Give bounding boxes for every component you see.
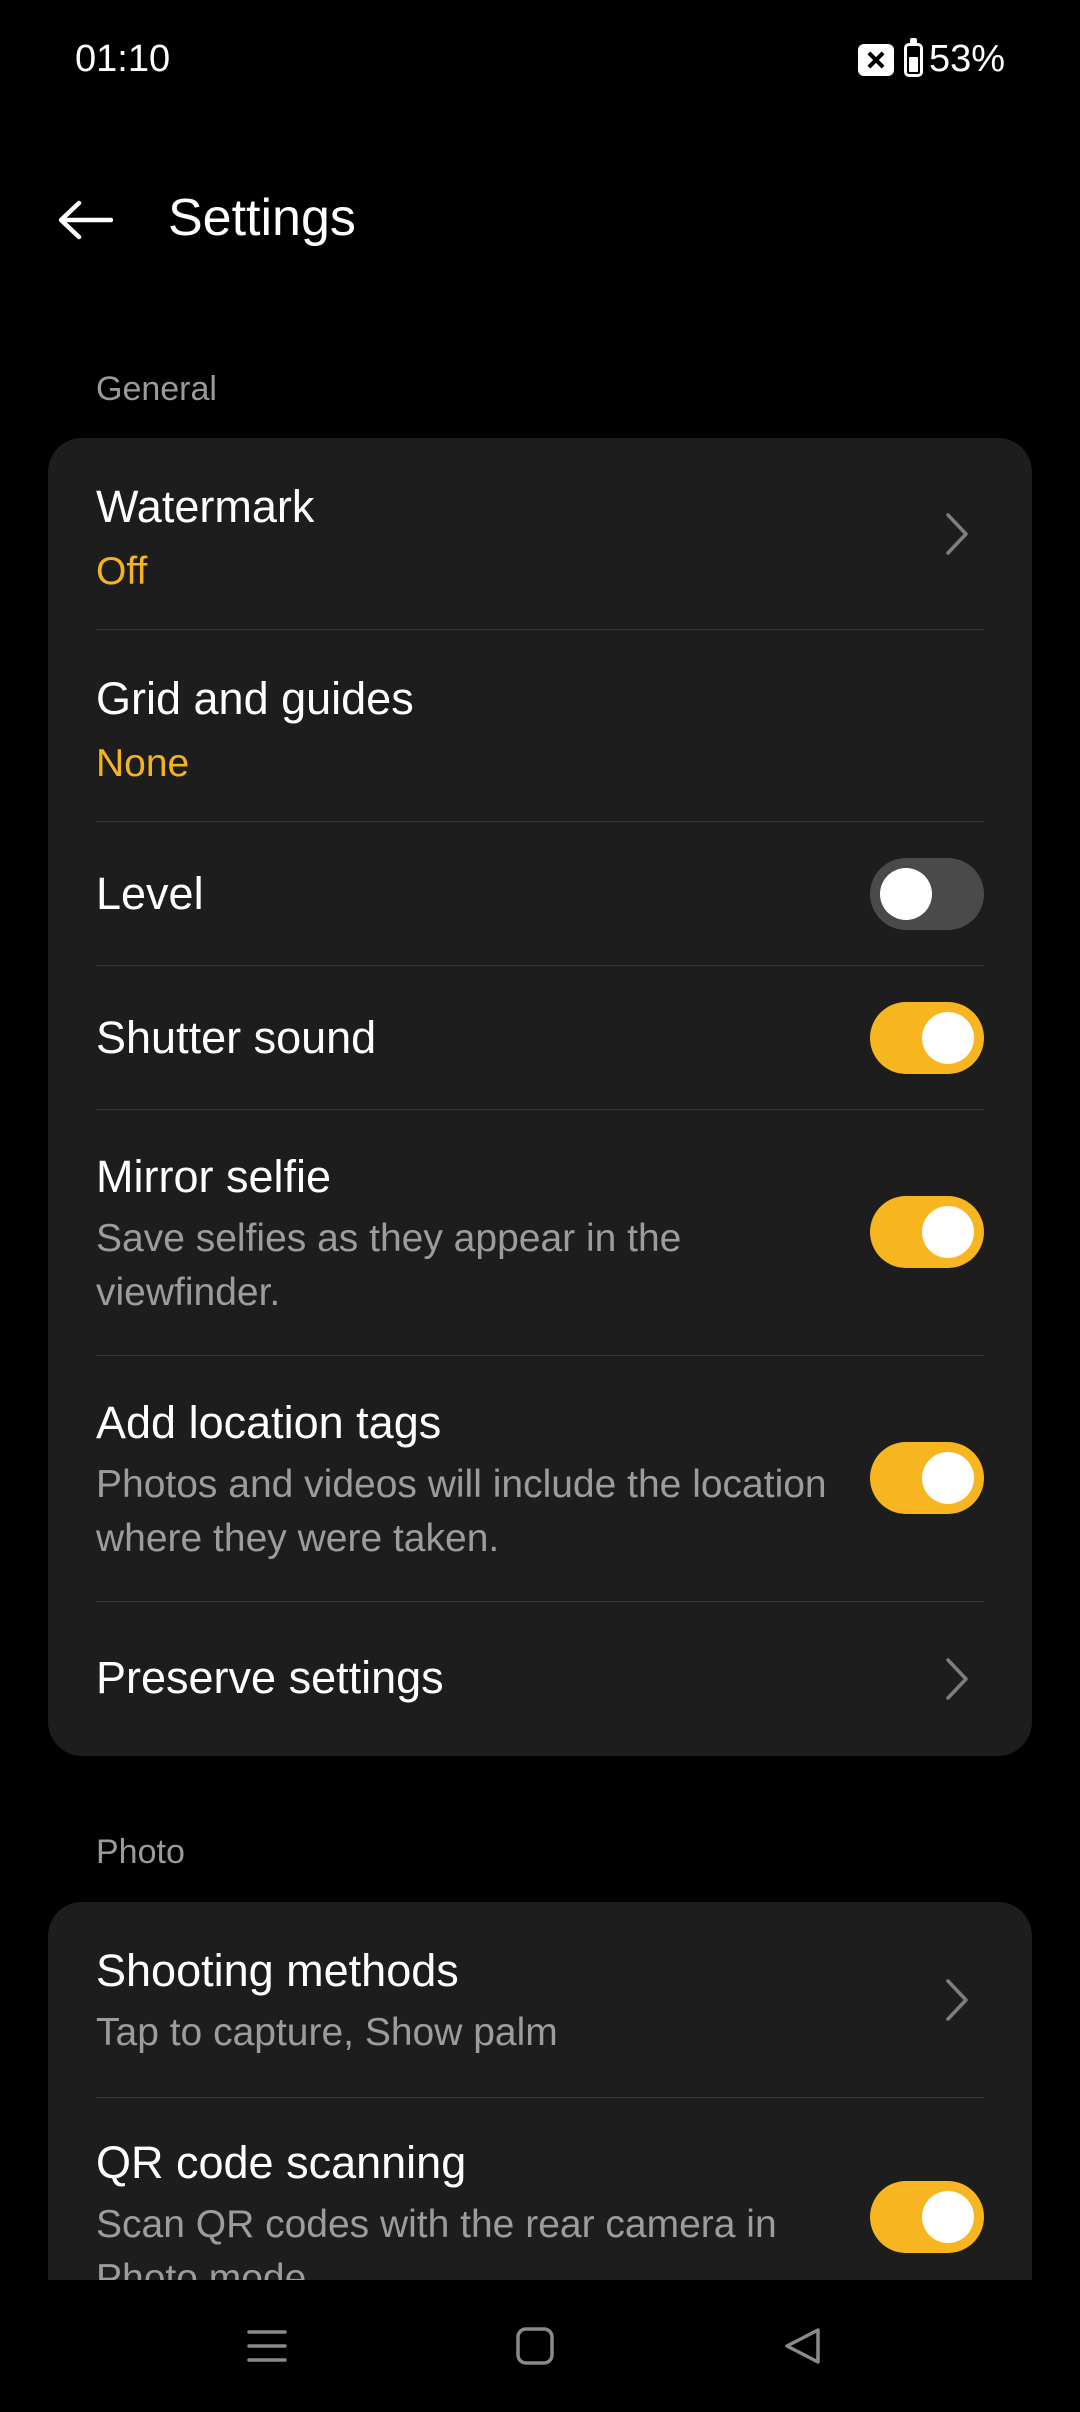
qr-code-scanning-toggle[interactable] bbox=[870, 2181, 984, 2253]
setting-preserve-text: Preserve settings bbox=[96, 1649, 854, 1707]
photo-settings-card: Shooting methods Tap to capture, Show pa… bbox=[48, 1902, 1032, 2280]
setting-title: Shutter sound bbox=[96, 1012, 377, 1063]
setting-preserve-settings[interactable]: Preserve settings bbox=[96, 1602, 984, 1756]
no-sim-icon bbox=[857, 43, 894, 76]
shutter-sound-toggle[interactable] bbox=[870, 1002, 984, 1074]
setting-qr-code-scanning[interactable]: QR code scanning Scan QR codes with the … bbox=[96, 2098, 984, 2280]
toggle-knob bbox=[922, 1452, 974, 1504]
setting-title: Grid and guides bbox=[96, 673, 414, 724]
status-indicators: 53% bbox=[857, 37, 1005, 81]
setting-grid-and-guides[interactable]: Grid and guides None bbox=[96, 630, 984, 822]
setting-shooting-text: Shooting methods Tap to capture, Show pa… bbox=[96, 1942, 854, 2060]
system-navigation-bar bbox=[0, 2280, 1080, 2412]
setting-title: Level bbox=[96, 868, 204, 919]
setting-grid-text: Grid and guides None bbox=[96, 670, 854, 790]
back-nav-button[interactable] bbox=[762, 2310, 842, 2382]
section-label-general: General bbox=[96, 370, 217, 408]
menu-icon bbox=[247, 2330, 287, 2362]
square-home-icon bbox=[516, 2327, 554, 2365]
page-title: Settings bbox=[168, 189, 356, 247]
status-bar: 01:10 53% bbox=[0, 0, 1080, 125]
setting-shooting-methods[interactable]: Shooting methods Tap to capture, Show pa… bbox=[96, 1902, 984, 2098]
setting-title: Preserve settings bbox=[96, 1652, 444, 1703]
triangle-back-icon bbox=[785, 2328, 820, 2364]
battery-icon bbox=[903, 37, 923, 77]
setting-description: Tap to capture, Show palm bbox=[96, 2011, 558, 2054]
toggle-knob bbox=[922, 1206, 974, 1258]
chevron-right-icon bbox=[946, 1979, 968, 2021]
setting-mirror-text: Mirror selfie Save selfies as they appea… bbox=[96, 1148, 854, 1320]
general-settings-card: Watermark Off Grid and guides None Level… bbox=[48, 438, 1032, 1756]
battery-percent: 53% bbox=[928, 38, 1005, 80]
recent-apps-button[interactable] bbox=[227, 2310, 307, 2382]
setting-description: Save selfies as they appear in the viewf… bbox=[96, 1217, 682, 1314]
setting-shutter-text: Shutter sound bbox=[96, 1009, 854, 1067]
setting-watermark-text: Watermark Off bbox=[96, 478, 854, 598]
home-button[interactable] bbox=[495, 2310, 575, 2382]
back-button[interactable] bbox=[45, 185, 125, 255]
battery-fill bbox=[908, 56, 918, 72]
setting-shutter-sound[interactable]: Shutter sound bbox=[96, 966, 984, 1110]
setting-value: Off bbox=[96, 550, 148, 593]
level-toggle[interactable] bbox=[870, 858, 984, 930]
setting-location-text: Add location tags Photos and videos will… bbox=[96, 1394, 854, 1566]
setting-title: Mirror selfie bbox=[96, 1151, 332, 1202]
setting-mirror-selfie[interactable]: Mirror selfie Save selfies as they appea… bbox=[96, 1110, 984, 1356]
mirror-selfie-toggle[interactable] bbox=[870, 1196, 984, 1268]
status-time: 01:10 bbox=[75, 38, 171, 80]
section-label-photo: Photo bbox=[96, 1833, 185, 1871]
arrow-left-icon bbox=[58, 200, 113, 240]
toggle-knob bbox=[922, 1012, 974, 1064]
setting-add-location-tags[interactable]: Add location tags Photos and videos will… bbox=[96, 1356, 984, 1602]
setting-qr-text: QR code scanning Scan QR codes with the … bbox=[96, 2134, 854, 2280]
setting-description: Photos and videos will include the locat… bbox=[96, 1463, 827, 1560]
setting-value: None bbox=[96, 742, 190, 785]
setting-title: QR code scanning bbox=[96, 2137, 467, 2188]
app-header: Settings bbox=[0, 150, 1080, 290]
setting-description: Scan QR codes with the rear camera in Ph… bbox=[96, 2203, 777, 2280]
location-tags-toggle[interactable] bbox=[870, 1442, 984, 1514]
setting-title: Shooting methods bbox=[96, 1945, 459, 1996]
toggle-knob bbox=[922, 2191, 974, 2243]
chevron-right-icon bbox=[946, 1658, 968, 1700]
setting-level[interactable]: Level bbox=[96, 822, 984, 966]
setting-title: Add location tags bbox=[96, 1397, 442, 1448]
setting-level-text: Level bbox=[96, 865, 854, 923]
setting-title: Watermark bbox=[96, 481, 315, 532]
setting-watermark[interactable]: Watermark Off bbox=[96, 438, 984, 630]
chevron-right-icon bbox=[946, 513, 968, 555]
toggle-knob bbox=[880, 868, 932, 920]
